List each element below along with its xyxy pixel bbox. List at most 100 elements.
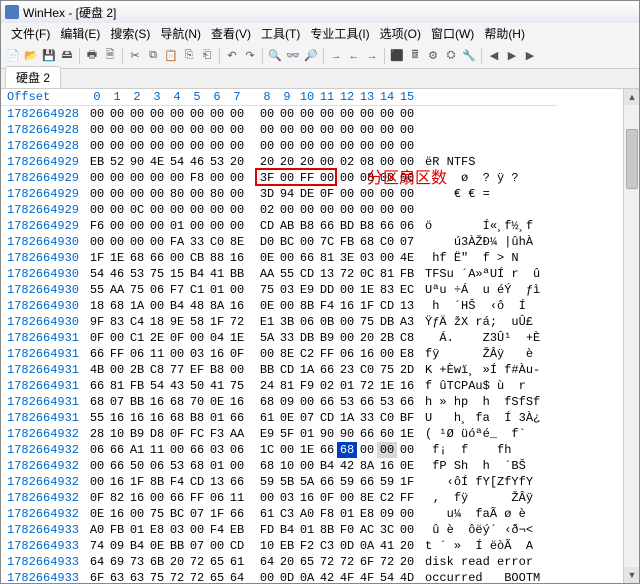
byte-cell[interactable]: EB (227, 522, 247, 538)
byte-cell[interactable]: F8 (187, 170, 207, 186)
save-icon[interactable]: 💾 (41, 48, 57, 64)
byte-cell[interactable]: 00 (297, 202, 317, 218)
byte-cell[interactable]: 00 (297, 106, 317, 123)
byte-cell[interactable]: 00 (377, 250, 397, 266)
byte-cell[interactable]: 13 (317, 266, 337, 282)
byte-cell[interactable]: E8 (147, 522, 167, 538)
byte-cell[interactable]: 90 (337, 426, 357, 442)
menu-item[interactable]: 选项(O) (376, 25, 425, 42)
byte-cell[interactable]: 4F (337, 570, 357, 583)
hex-row[interactable]: 17826649320666A111006603061C001E66680000… (1, 442, 557, 458)
byte-cell[interactable]: 81 (377, 266, 397, 282)
byte-cell[interactable]: 00 (337, 170, 357, 186)
byte-cell[interactable]: 13 (207, 474, 227, 490)
byte-cell[interactable]: 00 (317, 106, 337, 123)
byte-cell[interactable]: F6 (87, 218, 107, 234)
byte-cell[interactable]: 0F (167, 330, 187, 346)
byte-cell[interactable]: 5A (257, 330, 277, 346)
byte-cell[interactable]: 1F (207, 314, 227, 330)
prev-icon[interactable]: ▶ (504, 48, 520, 64)
byte-cell[interactable]: 16 (357, 346, 377, 362)
byte-cell[interactable]: BB (227, 266, 247, 282)
byte-cell[interactable]: 06 (207, 490, 227, 506)
byte-cell[interactable]: 00 (187, 122, 207, 138)
byte-cell[interactable]: 90 (317, 426, 337, 442)
byte-cell[interactable]: 00 (377, 202, 397, 218)
byte-cell[interactable]: 3D (257, 186, 277, 202)
byte-cell[interactable]: EC (397, 282, 417, 298)
byte-cell[interactable]: 64 (87, 554, 107, 570)
byte-cell[interactable]: 01 (297, 426, 317, 442)
ascii-cell[interactable]: f¡ f fh (417, 442, 557, 458)
byte-cell[interactable]: 00 (107, 330, 127, 346)
byte-cell[interactable]: 1A (297, 362, 317, 378)
byte-cell[interactable]: 0D (337, 538, 357, 554)
tab-disk2[interactable]: 硬盘 2 (5, 66, 61, 88)
byte-cell[interactable]: 0E (277, 410, 297, 426)
copy-icon[interactable]: ⧉ (145, 48, 161, 64)
byte-cell[interactable]: 1E (357, 282, 377, 298)
byte-cell[interactable]: FF (107, 346, 127, 362)
byte-cell[interactable]: 00 (207, 170, 227, 186)
byte-cell[interactable]: 82 (107, 490, 127, 506)
byte-cell[interactable]: 03 (187, 346, 207, 362)
byte-cell[interactable]: 59 (257, 474, 277, 490)
byte-cell[interactable]: 00 (337, 490, 357, 506)
hex-row[interactable]: 178266493000000000FA33C08ED0BC007CFB68C0… (1, 234, 557, 250)
byte-cell[interactable]: 43 (167, 378, 187, 394)
byte-cell[interactable]: 00 (227, 138, 247, 154)
byte-cell[interactable]: F4 (317, 298, 337, 314)
ascii-cell[interactable] (417, 138, 557, 154)
back-icon[interactable]: ← (346, 48, 362, 64)
byte-cell[interactable]: B8 (207, 362, 227, 378)
byte-cell[interactable]: 75 (147, 506, 167, 522)
byte-cell[interactable]: 72 (357, 378, 377, 394)
byte-cell[interactable]: 8B (317, 522, 337, 538)
byte-cell[interactable]: 16 (377, 458, 397, 474)
byte-cell[interactable]: 00 (357, 106, 377, 123)
byte-cell[interactable]: 5B (277, 474, 297, 490)
byte-cell[interactable]: 72 (317, 554, 337, 570)
hex-row[interactable]: 17826649316681FB54435041752481F90201721E… (1, 378, 557, 394)
byte-cell[interactable]: 0E (397, 458, 417, 474)
byte-cell[interactable]: 00 (127, 218, 147, 234)
byte-cell[interactable]: 1E (297, 442, 317, 458)
byte-cell[interactable]: 09 (107, 538, 127, 554)
byte-cell[interactable]: 55 (277, 266, 297, 282)
byte-cell[interactable]: 00 (297, 138, 317, 154)
byte-cell[interactable]: 00 (337, 330, 357, 346)
byte-cell[interactable]: 55 (87, 282, 107, 298)
byte-cell[interactable]: 06 (337, 346, 357, 362)
hex-row[interactable]: 17826649316807BB1668700E1668090066536653… (1, 394, 557, 410)
byte-cell[interactable]: 00 (87, 202, 107, 218)
first-icon[interactable]: ◀ (486, 48, 502, 64)
byte-cell[interactable]: BB (167, 538, 187, 554)
byte-cell[interactable]: 00 (147, 202, 167, 218)
byte-cell[interactable]: 00 (107, 362, 127, 378)
copyhex-icon[interactable]: ⎘ (181, 48, 197, 64)
byte-cell[interactable]: B4 (277, 522, 297, 538)
byte-cell[interactable]: 00 (87, 458, 107, 474)
byte-cell[interactable]: CD (187, 474, 207, 490)
byte-cell[interactable]: C1 (127, 330, 147, 346)
byte-cell[interactable]: 1E (227, 330, 247, 346)
byte-cell[interactable]: 75 (227, 378, 247, 394)
byte-cell[interactable]: 01 (337, 378, 357, 394)
props-icon[interactable]: 🗎 (102, 48, 118, 64)
byte-cell[interactable]: F9 (297, 378, 317, 394)
open-icon[interactable]: 📂 (23, 48, 39, 64)
hex-row[interactable]: 17826649337409B40EBB0700CD10EBF2C30D0A41… (1, 538, 557, 554)
byte-cell[interactable]: A0 (87, 522, 107, 538)
byte-cell[interactable]: 83 (107, 314, 127, 330)
byte-cell[interactable]: 00 (397, 122, 417, 138)
byte-cell[interactable]: 72 (227, 314, 247, 330)
byte-cell[interactable]: 66 (317, 218, 337, 234)
hex-row[interactable]: 17826649320F82160066FF06110003160F008EC2… (1, 490, 557, 506)
byte-cell[interactable]: 20 (167, 554, 187, 570)
ascii-cell[interactable]: ‚ fÿ ŽÂÿ (417, 490, 557, 506)
ascii-cell[interactable]: € € = (417, 186, 557, 202)
byte-cell[interactable]: 00 (227, 218, 247, 234)
byte-cell[interactable]: FF (397, 490, 417, 506)
byte-cell[interactable]: 02 (317, 378, 337, 394)
byte-cell[interactable]: AA (257, 266, 277, 282)
